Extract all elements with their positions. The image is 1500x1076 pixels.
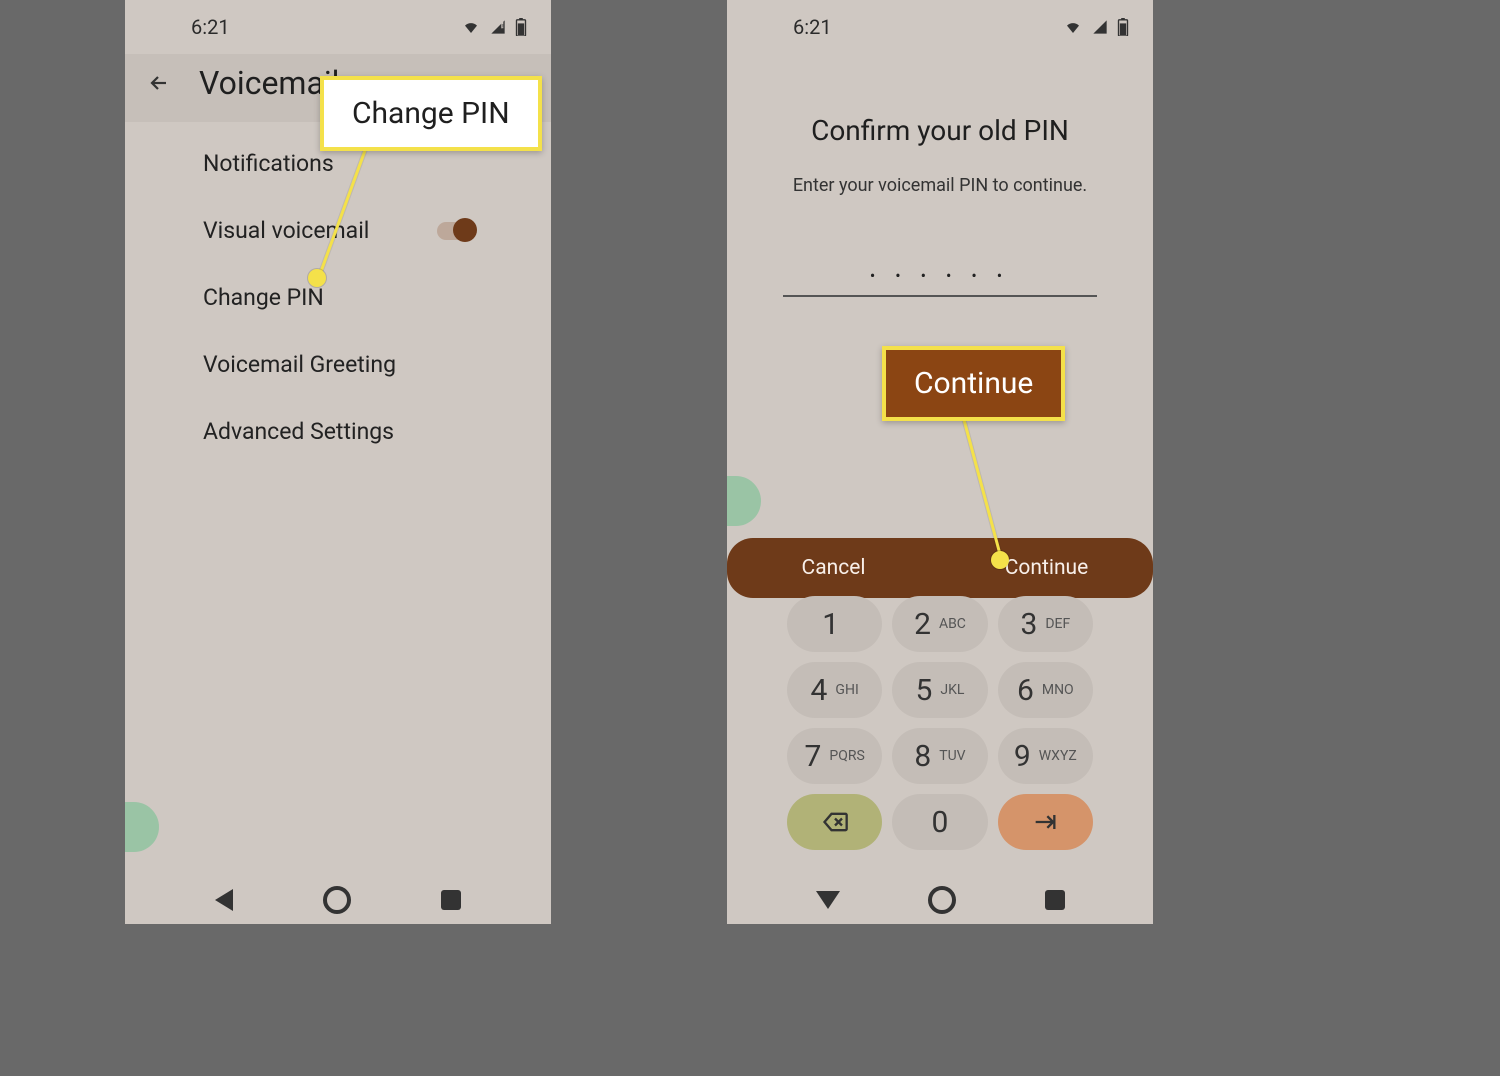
- back-arrow-icon[interactable]: [147, 71, 171, 95]
- keypad-5[interactable]: 5JKL: [892, 662, 987, 718]
- status-time: 6:21: [793, 15, 832, 39]
- keypad-7[interactable]: 7PQRS: [787, 728, 882, 784]
- settings-item-label: Voicemail Greeting: [203, 351, 396, 378]
- svg-text:!: !: [502, 22, 504, 30]
- settings-item-advanced-settings[interactable]: Advanced Settings: [125, 398, 551, 465]
- floating-bubble[interactable]: [125, 802, 159, 852]
- android-nav-bar: [727, 886, 1153, 914]
- pin-screen-title: Confirm your old PIN: [727, 114, 1153, 147]
- keypad-2[interactable]: 2ABC: [892, 596, 987, 652]
- continue-button[interactable]: Continue: [940, 538, 1153, 598]
- keypad-4[interactable]: 4GHI: [787, 662, 882, 718]
- nav-back-icon[interactable]: [816, 891, 840, 909]
- keypad-8[interactable]: 8TUV: [892, 728, 987, 784]
- visual-voicemail-toggle[interactable]: [437, 222, 473, 240]
- keypad-next[interactable]: [998, 794, 1093, 850]
- pin-screen-subtitle: Enter your voicemail PIN to continue.: [727, 175, 1153, 196]
- keypad-1[interactable]: 1: [787, 596, 882, 652]
- cancel-button[interactable]: Cancel: [727, 538, 940, 598]
- nav-recent-icon[interactable]: [1045, 890, 1065, 910]
- keypad-3[interactable]: 3DEF: [998, 596, 1093, 652]
- pin-input-field[interactable]: • • • • • •: [783, 266, 1097, 297]
- next-arrow-icon: [1031, 808, 1059, 836]
- status-time: 6:21: [191, 15, 230, 39]
- settings-item-change-pin[interactable]: Change PIN: [125, 264, 551, 331]
- dialog-buttons: Cancel Continue: [727, 538, 1153, 598]
- settings-item-label: Advanced Settings: [203, 418, 394, 445]
- nav-home-icon[interactable]: [323, 886, 351, 914]
- signal-icon: !: [489, 19, 507, 35]
- status-icons: [1063, 18, 1129, 36]
- callout-dot: [991, 551, 1009, 569]
- keypad-backspace[interactable]: [787, 794, 882, 850]
- callout-change-pin: Change PIN: [320, 76, 542, 151]
- backspace-icon: [821, 808, 849, 836]
- floating-bubble[interactable]: [727, 476, 761, 526]
- status-bar: 6:21: [727, 0, 1153, 54]
- settings-item-label: Visual voicemail: [203, 217, 369, 244]
- keypad-0[interactable]: 0: [892, 794, 987, 850]
- settings-item-voicemail-greeting[interactable]: Voicemail Greeting: [125, 331, 551, 398]
- status-bar: 6:21 !: [125, 0, 551, 54]
- settings-item-visual-voicemail[interactable]: Visual voicemail: [125, 197, 551, 264]
- signal-icon: [1091, 19, 1109, 35]
- nav-home-icon[interactable]: [928, 886, 956, 914]
- callout-continue: Continue: [882, 346, 1065, 421]
- android-nav-bar: [125, 886, 551, 914]
- settings-list: Notifications Visual voicemail Change PI…: [125, 122, 551, 473]
- page-title: Voicemail: [199, 64, 339, 102]
- battery-icon: [515, 18, 527, 36]
- settings-item-label: Notifications: [203, 150, 334, 177]
- wifi-icon: [461, 19, 481, 35]
- battery-icon: [1117, 18, 1129, 36]
- settings-item-label: Change PIN: [203, 284, 324, 311]
- callout-dot: [308, 269, 326, 287]
- nav-back-icon[interactable]: [215, 889, 233, 911]
- wifi-icon: [1063, 19, 1083, 35]
- numeric-keypad: 1 2ABC 3DEF 4GHI 5JKL 6MNO 7PQRS 8TUV 9W…: [727, 596, 1153, 850]
- phone-screen-confirm-pin: 6:21 Confirm your old PIN Enter your voi…: [727, 0, 1153, 924]
- status-icons: !: [461, 18, 527, 36]
- keypad-9[interactable]: 9WXYZ: [998, 728, 1093, 784]
- nav-recent-icon[interactable]: [441, 890, 461, 910]
- keypad-6[interactable]: 6MNO: [998, 662, 1093, 718]
